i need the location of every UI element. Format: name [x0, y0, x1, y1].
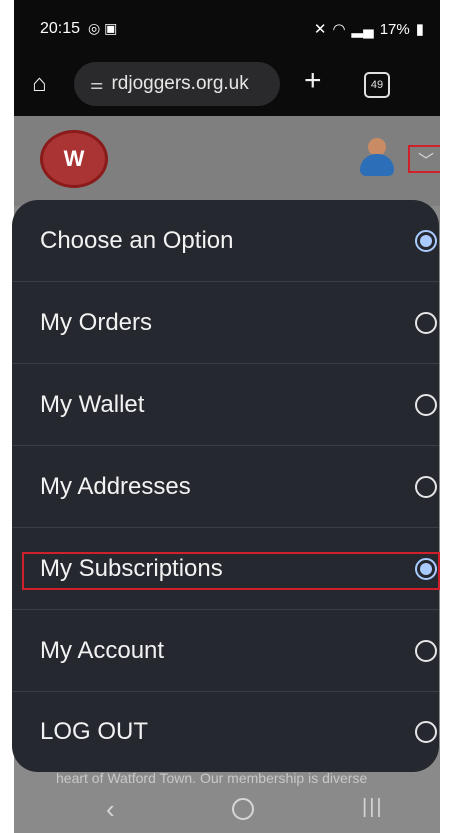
- status-right-icons: ✕ ◠ ▂▄ 17% ▮: [313, 20, 424, 39]
- address-bar[interactable]: ⚌ rdjoggers.org.uk: [74, 62, 280, 106]
- menu-item-my-addresses[interactable]: My Addresses: [12, 446, 439, 528]
- menu-item-choose-option[interactable]: Choose an Option: [12, 200, 439, 282]
- menu-item-label: Choose an Option: [40, 226, 234, 254]
- status-time: 20:15: [40, 20, 81, 37]
- menu-item-label: My Addresses: [40, 472, 191, 500]
- back-icon[interactable]: ‹: [106, 794, 115, 825]
- account-options-menu: Choose an Option My Orders My Wallet My …: [12, 200, 439, 772]
- signal-icon: ▂▄: [351, 21, 374, 38]
- page-body-text: heart of Watford Town. Our membership is…: [56, 770, 368, 786]
- radio-icon[interactable]: [415, 311, 437, 334]
- site-settings-icon[interactable]: ⚌: [90, 75, 103, 93]
- menu-item-my-orders[interactable]: My Orders: [12, 282, 439, 364]
- avatar-body: [360, 154, 394, 176]
- menu-item-my-wallet[interactable]: My Wallet: [12, 364, 439, 446]
- android-nav-bar: ‹ |||: [14, 786, 440, 833]
- battery-icon: ▮: [415, 21, 424, 38]
- menu-item-log-out[interactable]: LOG OUT: [12, 692, 439, 772]
- menu-item-label: My Wallet: [40, 390, 145, 418]
- battery-level: 17%: [379, 20, 410, 38]
- recent-apps-icon[interactable]: |||: [362, 796, 384, 819]
- notification-icons: ◎ ▣: [88, 20, 118, 36]
- status-bar: 20:15 ◎ ▣ ✕ ◠ ▂▄ 17% ▮: [14, 0, 440, 54]
- browser-toolbar: ⌂ ⚌ rdjoggers.org.uk + 49 ⋮: [14, 54, 440, 116]
- home-icon[interactable]: ⌂: [32, 70, 47, 98]
- home-circle-icon[interactable]: [232, 798, 254, 820]
- url-text: rdjoggers.org.uk: [111, 73, 249, 94]
- new-tab-icon[interactable]: +: [304, 64, 322, 98]
- radio-icon[interactable]: [415, 229, 437, 252]
- tab-switcher-button[interactable]: 49: [364, 72, 390, 98]
- radio-icon[interactable]: [415, 475, 437, 498]
- user-avatar-icon[interactable]: [360, 138, 394, 178]
- radio-icon[interactable]: [415, 557, 437, 580]
- menu-item-label: My Subscriptions: [40, 554, 223, 582]
- menu-item-label: My Account: [40, 636, 165, 664]
- radio-icon[interactable]: [415, 721, 437, 743]
- chevron-down-icon: ﹀: [417, 153, 434, 170]
- radio-icon[interactable]: [415, 393, 437, 416]
- menu-item-my-account[interactable]: My Account: [12, 610, 439, 692]
- account-dropdown-button[interactable]: ﹀: [408, 145, 440, 173]
- site-logo[interactable]: W: [40, 130, 108, 188]
- menu-item-label: LOG OUT: [40, 718, 149, 745]
- wifi-icon: ◠: [332, 21, 346, 38]
- more-options-icon[interactable]: ⋮: [430, 68, 440, 97]
- radio-icon[interactable]: [415, 639, 437, 662]
- menu-item-label: My Orders: [40, 308, 153, 336]
- mute-icon: ✕: [313, 21, 327, 38]
- menu-item-my-subscriptions[interactable]: My Subscriptions: [12, 528, 439, 610]
